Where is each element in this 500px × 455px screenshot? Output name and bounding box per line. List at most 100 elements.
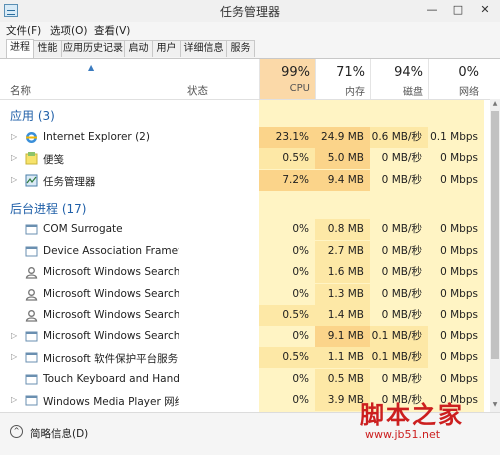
process-memory: 1.3 MB [315, 284, 370, 305]
process-row[interactable]: ▷ Microsoft 软件保护平台服务 0.5% 1.1 MB 0.1 MB/秒 0 M… [0, 347, 490, 368]
section-apps[interactable]: 应用 (3) [10, 107, 55, 124]
tab-services[interactable]: 服务 [226, 40, 255, 57]
process-icon [25, 351, 38, 364]
network-label: 网络 [459, 87, 479, 98]
maximize-button[interactable]: □ [444, 0, 472, 20]
close-button[interactable]: ✕ [470, 0, 500, 20]
process-cpu: 0% [259, 369, 315, 390]
process-memory: 1.6 MB [315, 262, 370, 283]
process-cpu: 0.5% [259, 305, 315, 326]
column-header: ▲ 名称 状态 99% CPU 71% 内存 94% 磁盘 0% 网络 [0, 59, 490, 100]
process-network: 0 Mbps [428, 284, 484, 305]
process-row[interactable]: Device Association Framewo...0%2.7 MB0 M… [0, 241, 490, 262]
process-icon [25, 245, 38, 258]
title-bar: 任务管理器 — □ ✕ [0, 0, 500, 23]
expand-chevron-icon[interactable]: ▷ [11, 331, 17, 340]
ie-icon [25, 131, 38, 144]
cpu-total: 99% [281, 65, 310, 80]
task-manager-icon [25, 174, 38, 187]
process-name: Windows Media Player 网络... [43, 396, 179, 408]
scroll-down-icon[interactable]: ▼ [490, 401, 500, 408]
column-status[interactable]: 状态 [187, 83, 208, 98]
process-row[interactable]: ▷ Internet Explorer (2) 23.1% 24.9 MB 0.6 MB… [0, 127, 490, 148]
process-icon [25, 394, 38, 407]
column-disk[interactable]: 94% 磁盘 [370, 59, 429, 99]
process-disk: 0 MB/秒 [370, 219, 428, 240]
tab-users[interactable]: 用户 [152, 40, 181, 57]
search-user-icon [25, 288, 38, 301]
process-icon [25, 330, 38, 343]
process-disk: 0.6 MB/秒 [370, 127, 428, 148]
process-row[interactable]: Microsoft Windows Search Fi... 0%1.6 MB0 … [0, 262, 490, 283]
tab-processes[interactable]: 进程 [6, 39, 34, 58]
minimize-button[interactable]: — [418, 0, 446, 20]
menu-file[interactable]: 文件(F) [6, 23, 41, 38]
process-row[interactable]: Microsoft Windows Search P...0.5%1.4 MB0… [0, 305, 490, 326]
process-name: Microsoft Windows Search ... [43, 330, 179, 342]
process-cpu: 0.5% [259, 148, 315, 169]
watermark-logo: 脚本之家 [360, 400, 464, 429]
process-memory: 0.5 MB [315, 369, 370, 390]
menu-view[interactable]: 查看(V) [94, 23, 130, 38]
process-memory: 1.1 MB [315, 347, 370, 368]
process-name: Microsoft Windows Search P... [43, 288, 179, 300]
process-network: 0 Mbps [428, 369, 484, 390]
process-memory: 5.0 MB [315, 148, 370, 169]
scroll-up-icon[interactable]: ▲ [490, 100, 500, 107]
fewer-details-icon[interactable]: ^ [10, 425, 23, 438]
process-cpu: 0% [259, 262, 315, 283]
vertical-scrollbar[interactable]: ▲ ▼ [490, 99, 500, 412]
process-disk: 0 MB/秒 [370, 148, 428, 169]
process-name: Microsoft 软件保护平台服务 [43, 353, 179, 365]
memory-total: 71% [336, 65, 365, 80]
tab-startup[interactable]: 启动 [124, 40, 153, 57]
process-row[interactable]: ▷ 任务管理器 7.2% 9.4 MB 0 MB/秒 0 Mbps [0, 170, 490, 191]
process-row[interactable]: Microsoft Windows Search P... 0%1.3 MB 0 M… [0, 284, 490, 305]
menu-options[interactable]: 选项(O) [50, 23, 87, 38]
process-cpu: 23.1% [259, 127, 315, 148]
fewer-details-button[interactable]: 简略信息(D) [30, 426, 88, 441]
process-disk: 0.1 MB/秒 [370, 347, 428, 368]
expand-chevron-icon[interactable]: ▷ [11, 132, 17, 141]
expand-chevron-icon[interactable]: ▷ [11, 352, 17, 361]
process-cpu: 0% [259, 284, 315, 305]
section-background-processes[interactable]: 后台进程 (17) [10, 200, 86, 217]
process-cpu: 0.5% [259, 347, 315, 368]
expand-chevron-icon[interactable]: ▷ [11, 175, 17, 184]
column-cpu[interactable]: 99% CPU [259, 59, 316, 99]
column-memory[interactable]: 71% 内存 [315, 59, 371, 99]
scroll-thumb[interactable] [491, 111, 499, 359]
expand-chevron-icon[interactable]: ▷ [11, 153, 17, 162]
process-disk: 0 MB/秒 [370, 369, 428, 390]
disk-total: 94% [394, 65, 423, 80]
process-row[interactable]: ▷ 便笺 0.5% 5.0 MB 0 MB/秒 0 Mbps [0, 148, 490, 169]
process-memory: 9.4 MB [315, 170, 370, 191]
process-disk: 0 MB/秒 [370, 241, 428, 262]
process-disk: 0.1 MB/秒 [370, 326, 428, 347]
process-network: 0 Mbps [428, 326, 484, 347]
process-name: 便笺 [43, 154, 64, 166]
column-network[interactable]: 0% 网络 [428, 59, 485, 99]
expand-chevron-icon[interactable]: ▷ [11, 395, 17, 404]
process-name: Microsoft Windows Search Fi... [43, 266, 179, 278]
process-row[interactable]: ▷ Microsoft Windows Search ... 0% 9.1 MB 0.1… [0, 326, 490, 347]
process-row[interactable]: COM Surrogate 0% 0.8 MB 0 MB/秒 0 Mbps [0, 219, 490, 240]
process-row[interactable]: Touch Keyboard and Handw... 0%0.5 MB0 MB/… [0, 369, 490, 390]
process-name: Touch Keyboard and Handw... [43, 373, 179, 385]
process-network: 0 Mbps [428, 347, 484, 368]
process-memory: 0.8 MB [315, 219, 370, 240]
tab-details[interactable]: 详细信息 [180, 40, 227, 57]
process-network: 0.1 Mbps [428, 127, 484, 148]
process-memory: 1.4 MB [315, 305, 370, 326]
tab-performance[interactable]: 性能 [33, 40, 62, 57]
tab-bar: 进程 性能 应用历史记录 启动 用户 详细信息 服务 [0, 38, 500, 59]
process-disk: 0 MB/秒 [370, 262, 428, 283]
tab-app-history[interactable]: 应用历史记录 [61, 40, 125, 57]
process-memory: 2.7 MB [315, 241, 370, 262]
process-name: Microsoft Windows Search P... [43, 309, 179, 321]
memory-label: 内存 [345, 87, 365, 98]
process-cpu: 7.2% [259, 170, 315, 191]
column-name[interactable]: 名称 [10, 83, 31, 98]
process-cpu: 0% [259, 326, 315, 347]
process-network: 0 Mbps [428, 148, 484, 169]
